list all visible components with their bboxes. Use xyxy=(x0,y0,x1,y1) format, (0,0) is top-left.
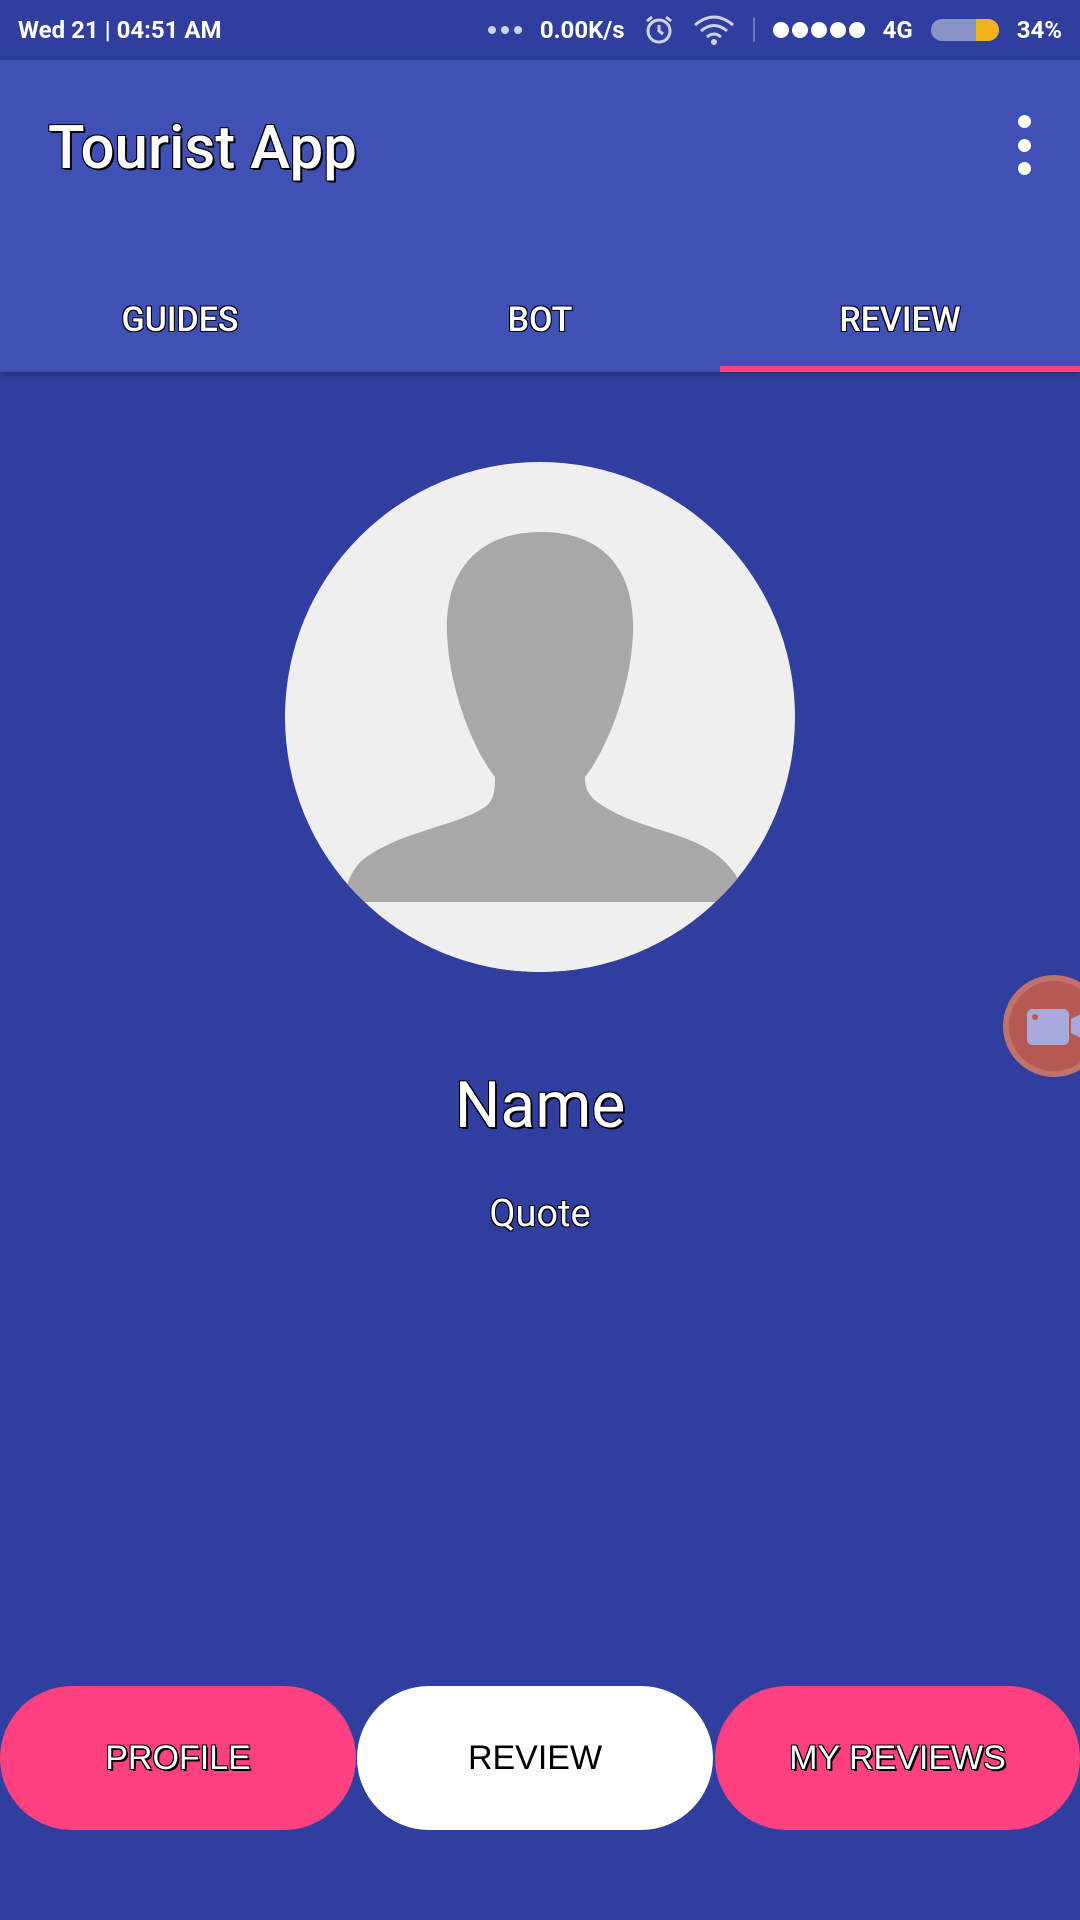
profile-quote: Quote xyxy=(489,1192,591,1236)
battery-icon xyxy=(930,19,999,41)
wifi-icon xyxy=(693,15,734,45)
alarm-icon xyxy=(645,15,672,44)
profile-name: Name xyxy=(454,1068,626,1143)
app-bar: Tourist App GUIDES BOT REVIEW xyxy=(0,60,1080,372)
tab-bar: GUIDES BOT REVIEW xyxy=(0,268,1080,372)
net-speed: 0.00K/s xyxy=(539,16,625,44)
more-notifications-icon xyxy=(487,26,522,34)
overflow-menu-icon[interactable] xyxy=(1008,115,1040,175)
app-title: Tourist App xyxy=(48,112,357,183)
profile-button[interactable]: PROFILE xyxy=(0,1686,356,1830)
tab-guides[interactable]: GUIDES xyxy=(0,268,360,372)
review-button[interactable]: REVIEW xyxy=(357,1686,713,1830)
tab-review[interactable]: REVIEW xyxy=(720,268,1080,372)
signal-strength-icon xyxy=(772,22,865,38)
status-divider xyxy=(752,18,755,42)
video-camera-icon xyxy=(1027,1009,1080,1045)
tab-bot[interactable]: BOT xyxy=(360,268,720,372)
battery-percent: 34% xyxy=(1016,16,1062,44)
network-type: 4G xyxy=(882,16,913,44)
avatar[interactable] xyxy=(285,462,795,972)
status-datetime: Wed 21 | 04:51 AM xyxy=(18,16,222,44)
floating-video-button[interactable] xyxy=(1003,975,1080,1077)
my-reviews-button[interactable]: MY REVIEWS xyxy=(715,1686,1080,1830)
person-placeholder-icon xyxy=(345,532,745,972)
status-icons: 0.00K/s 4G 34% xyxy=(487,14,1062,46)
status-bar: Wed 21 | 04:51 AM 0.00K/s 4G 34% xyxy=(0,0,1080,60)
